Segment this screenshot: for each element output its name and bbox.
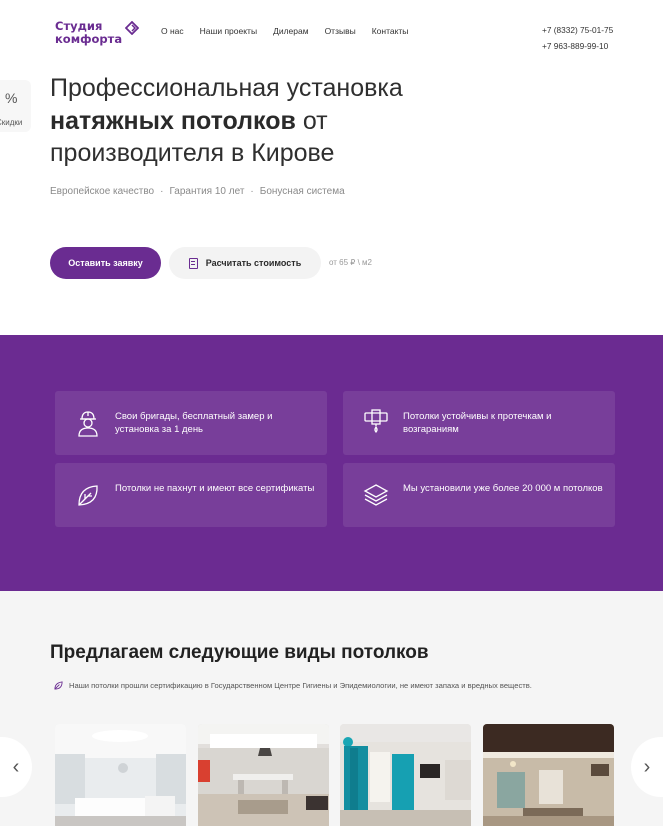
leave-request-button[interactable]: Оставить заявку	[50, 247, 161, 279]
certification-text: Наши потолки прошли сертификацию в Госуд…	[69, 681, 532, 690]
nav-reviews[interactable]: Отзывы	[325, 26, 356, 36]
calculate-cost-button[interactable]: Расчитать стоимость	[169, 247, 321, 279]
benefit-text: Свои бригады, бесплатный замер и установ…	[115, 411, 273, 435]
main-nav: О нас Наши проекты Дилерам Отзывы Контак…	[161, 26, 424, 36]
phone-1[interactable]: +7 (8332) 75-01-75	[542, 22, 613, 38]
benefit-card: Мы установили уже более 20 000 м потолко…	[343, 463, 615, 527]
ceiling-photo-white-living-room[interactable]	[55, 724, 186, 826]
ceiling-photo-dining-room[interactable]	[198, 724, 329, 826]
chevron-left-icon: ‹	[12, 755, 20, 778]
worker-icon	[78, 411, 98, 437]
benefit-text: Потолки не пахнут и имеют все сертификат…	[115, 483, 315, 494]
nav-about[interactable]: О нас	[161, 26, 184, 36]
chevron-right-icon: ›	[643, 755, 651, 778]
phone-2[interactable]: +7 963-889-99-10	[542, 38, 613, 54]
layers-icon	[363, 484, 389, 506]
phones: +7 (8332) 75-01-75 +7 963-889-99-10	[542, 22, 613, 54]
hero-title-bold: натяжных потолков	[50, 106, 296, 135]
leaf-icon	[54, 681, 63, 690]
benefit-text: Потолки устойчивы к протечкам и возгаран…	[403, 411, 552, 435]
logo-text: Студия комфорта	[55, 20, 122, 46]
hero-features: Европейское качество · Гарантия 10 лет · Бон…	[50, 186, 345, 197]
hero-title-part1: Профессиональная установка	[50, 74, 403, 102]
discount-label: Скидки	[0, 118, 23, 127]
nav-contacts[interactable]: Контакты	[372, 26, 409, 36]
carousel-next-button[interactable]: ›	[631, 737, 663, 797]
logo[interactable]: Студия комфорта	[55, 20, 140, 46]
calculator-icon	[188, 257, 198, 269]
feature-bonus: Бонусная система	[259, 186, 345, 197]
site-header: Студия комфорта О нас Наши проекты Дилер…	[0, 0, 663, 62]
nav-dealers[interactable]: Дилерам	[273, 26, 309, 36]
price-note: от 65 ₽ \ м2	[329, 258, 372, 267]
benefit-text: Мы установили уже более 20 000 м потолко…	[403, 483, 603, 494]
feature-quality: Европейское качество	[50, 186, 155, 197]
feature-warranty: Гарантия 10 лет	[169, 186, 245, 197]
ceiling-types-section: Предлагаем следующие виды потолков Наши …	[0, 591, 663, 826]
benefit-card: Свои бригады, бесплатный замер и установ…	[55, 391, 327, 455]
carousel-prev-button[interactable]: ‹	[0, 737, 32, 797]
ceiling-photo-blue-curtains[interactable]	[340, 724, 471, 826]
benefits-band: Свои бригады, бесплатный замер и установ…	[0, 335, 663, 591]
leak-proof-ceiling-icon	[364, 409, 388, 433]
calculate-cost-label: Расчитать стоимость	[205, 258, 302, 268]
ceiling-photo-brown-kitchen[interactable]	[483, 724, 614, 826]
benefit-card: Потолки устойчивы к протечкам и возгаран…	[343, 391, 615, 455]
discount-widget[interactable]: % Скидки	[0, 80, 31, 132]
section-title: Предлагаем следующие виды потолков	[50, 642, 429, 663]
nav-projects[interactable]: Наши проекты	[200, 26, 257, 36]
benefit-card: Потолки не пахнут и имеют все сертификат…	[55, 463, 327, 527]
certification-note: Наши потолки прошли сертификацию в Госуд…	[54, 681, 532, 690]
logo-line-2: комфорта	[55, 32, 123, 46]
leaf-icon	[78, 485, 98, 506]
percent-icon: %	[5, 90, 18, 106]
logo-diamond-icon	[125, 21, 140, 35]
hero-title: Профессиональная установка натяжных потол…	[50, 72, 470, 170]
